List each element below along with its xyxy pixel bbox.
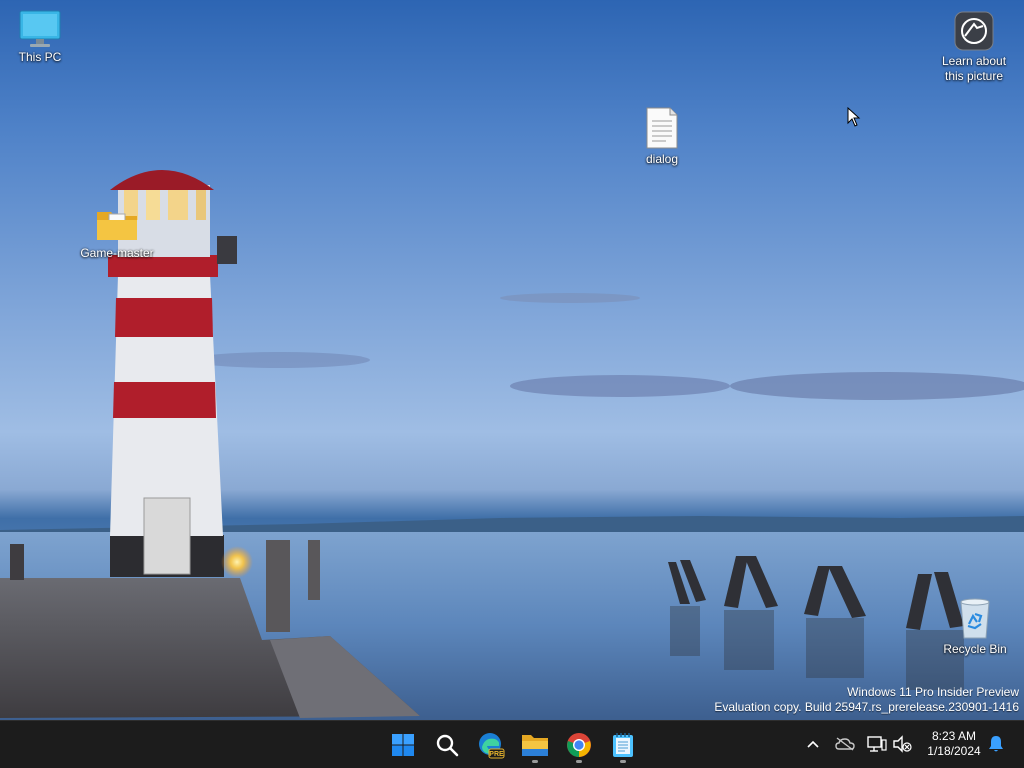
running-indicator [620,760,626,763]
notepad-icon [613,733,633,757]
search-icon [436,734,459,757]
clock-time: 8:23 AM [931,729,977,743]
search-button[interactable] [427,725,467,765]
onedrive-tray-button[interactable] [834,733,856,755]
cloud-offline-icon [835,737,855,751]
desktop[interactable]: This PC Learn about this picture dialog … [0,0,1024,720]
chevron-up-icon [807,740,819,748]
taskbar: PRE 8:23 AM 1/18/2024 [0,720,1024,768]
desktop-icon-dialog[interactable]: dialog [622,106,702,167]
bell-icon [989,736,1003,752]
running-indicator [532,760,538,763]
windows-logo-icon [392,734,414,756]
running-indicator [576,760,582,763]
recycle-bin-icon [960,598,990,639]
taskbar-clock[interactable]: 8:23 AM 1/18/2024 [918,729,990,759]
clock-date: 1/18/2024 [927,744,981,758]
camera-spotlight-icon [954,11,994,51]
volume-tray-button[interactable] [891,733,913,755]
windows-evaluation-watermark: Windows 11 Pro Insider Preview Evaluatio… [714,685,1019,715]
desktop-icon-label: This PC [18,50,62,64]
file-explorer-icon [522,735,548,756]
watermark-line-build: Evaluation copy. Build 25947.rs_prerelea… [714,700,1019,714]
chrome-browser-icon [567,733,591,757]
desktop-icon-label: dialog [645,152,679,166]
desktop-icon-recycle-bin[interactable]: Recycle Bin [935,596,1015,657]
desktop-icon-label: Learn about this picture [941,54,1007,83]
edge-preview-badge: PRE [489,751,504,758]
show-hidden-icons-button[interactable] [802,733,824,755]
desktop-icon-learn-about-this-picture[interactable]: Learn about this picture [934,10,1014,84]
text-file-icon [646,107,678,149]
watermark-line-edition: Windows 11 Pro Insider Preview [847,685,1019,699]
folder-icon [97,212,137,240]
desktop-icon-label: Game-master [80,246,154,260]
desktop-icon-label: Recycle Bin [943,642,1007,656]
desktop-icon-this-pc[interactable]: This PC [0,8,80,65]
desktop-icon-game-master[interactable]: Game-master [77,206,157,261]
computer-monitor-icon [19,10,61,47]
volume-muted-icon [893,735,912,753]
taskbar-app-file-explorer[interactable] [515,725,555,765]
taskbar-app-chrome[interactable] [559,725,599,765]
start-button[interactable] [383,725,423,765]
edge-browser-icon: PRE [479,733,505,759]
mouse-cursor-icon [847,107,861,127]
taskbar-app-edge-preview[interactable]: PRE [471,725,511,765]
wallpaper-lighthouse-image [0,170,1024,720]
network-icon [867,736,887,752]
notifications-button[interactable] [985,733,1007,755]
taskbar-app-notepad[interactable] [603,725,643,765]
network-tray-button[interactable] [866,733,888,755]
